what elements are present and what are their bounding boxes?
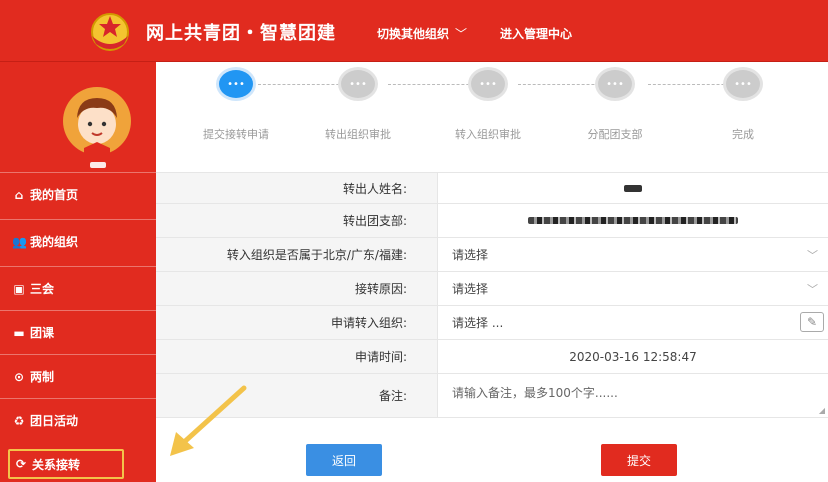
sidebar-item-transfer[interactable]: ⟳ 关系接转 bbox=[8, 449, 124, 479]
remark-textarea[interactable]: 请输入备注，最多100个字...... ◢ bbox=[438, 374, 828, 417]
avatar[interactable] bbox=[62, 86, 132, 156]
target-icon: ⊙ bbox=[13, 369, 25, 384]
blurred-branch bbox=[528, 217, 738, 224]
step-3-indicator: ••• bbox=[471, 70, 505, 98]
step-5-indicator: ••• bbox=[726, 70, 760, 98]
submit-button[interactable]: 提交 bbox=[601, 444, 677, 476]
sidebar-item-label: 两制 bbox=[30, 370, 55, 384]
back-button[interactable]: 返回 bbox=[306, 444, 382, 476]
chevron-down-icon: ﹀ bbox=[807, 248, 818, 262]
target-org-placeholder: 请选择 ... bbox=[452, 316, 504, 330]
chevron-down-icon: ﹀ bbox=[455, 27, 468, 41]
youth-league-logo-icon bbox=[91, 13, 129, 51]
main-content: ••• ••• ••• ••• ••• 提交接转申请 转出组织审批 转入组织审批… bbox=[156, 62, 828, 482]
sidebar-item-label: 我的首页 bbox=[30, 188, 79, 202]
meeting-icon: ▣ bbox=[13, 281, 25, 296]
sidebar-item-label: 我的组织 bbox=[30, 235, 79, 249]
region-label: 转入组织是否属于北京/广东/福建: bbox=[156, 238, 438, 271]
out-name-value bbox=[438, 173, 828, 203]
sidebar-item-label: 团课 bbox=[30, 326, 55, 340]
sidebar-item-label: 团日活动 bbox=[30, 414, 79, 428]
step-4-label: 分配团支部 bbox=[587, 128, 643, 141]
brand-title: 网上共青团・智慧团建 bbox=[146, 23, 336, 44]
out-branch-value bbox=[438, 204, 828, 237]
chevron-down-icon: ﹀ bbox=[807, 282, 818, 296]
out-branch-row: 转出团支部: bbox=[156, 204, 828, 238]
step-5-label: 完成 bbox=[732, 128, 754, 141]
progress-steps: ••• ••• ••• ••• ••• 提交接转申请 转出组织审批 转入组织审批… bbox=[156, 62, 828, 172]
blurred-name bbox=[624, 184, 642, 192]
edit-icon[interactable]: ✎ bbox=[800, 312, 824, 332]
home-icon: ⌂ bbox=[14, 187, 24, 202]
remark-row: 备注: 请输入备注，最多100个字...... ◢ bbox=[156, 374, 828, 418]
region-row: • 转入组织是否属于北京/广东/福建: 请选择﹀ bbox=[156, 238, 828, 272]
step-4-indicator: ••• bbox=[598, 70, 632, 98]
out-name-label: 转出人姓名: bbox=[156, 173, 438, 203]
sidebar-item-league-day[interactable]: ♻ 团日活动 bbox=[0, 398, 156, 442]
step-1-indicator: ••• bbox=[219, 70, 253, 98]
sidebar-item-my-org[interactable]: 👥 我的组织 bbox=[0, 219, 156, 263]
out-branch-label: 转出团支部: bbox=[156, 204, 438, 237]
remark-placeholder: 请输入备注，最多100个字...... bbox=[452, 386, 618, 400]
step-2-label: 转出组织审批 bbox=[325, 128, 391, 141]
switch-org-dropdown[interactable]: 切换其他组织 ﹀ bbox=[377, 25, 467, 42]
reason-select[interactable]: 请选择 ﹀ bbox=[438, 272, 828, 305]
sidebar-item-label: 关系接转 bbox=[32, 457, 81, 472]
apply-time-row: 申请时间: 2020-03-16 12:58:47 bbox=[156, 340, 828, 374]
sidebar-item-label: 三会 bbox=[30, 282, 55, 296]
group-icon: 👥 bbox=[12, 234, 27, 249]
sidebar-item-league-class[interactable]: ▬ 团课 bbox=[0, 310, 156, 354]
sidebar-item-home[interactable]: ⌂ 我的首页 bbox=[0, 172, 156, 216]
refresh-icon: ⟳ bbox=[15, 457, 27, 471]
step-connector bbox=[258, 84, 354, 85]
reason-placeholder: 请选择 bbox=[452, 282, 489, 296]
remark-label: 备注: bbox=[156, 374, 438, 417]
folder-icon: ▬ bbox=[13, 325, 25, 340]
sidebar: ⌂ 我的首页 👥 我的组织 ▣ 三会 ▬ 团课 ⊙ 两制 ♻ 团日活动 ⟳ 关系… bbox=[0, 62, 156, 482]
target-org-field[interactable]: 请选择 ... ✎ bbox=[438, 306, 828, 339]
step-1-label: 提交接转申请 bbox=[203, 128, 269, 141]
step-2-indicator: ••• bbox=[341, 70, 375, 98]
resize-handle-icon[interactable]: ◢ bbox=[819, 406, 825, 415]
sidebar-item-three-meetings[interactable]: ▣ 三会 bbox=[0, 266, 156, 310]
sidebar-item-two-systems[interactable]: ⊙ 两制 bbox=[0, 354, 156, 398]
user-profile bbox=[0, 62, 156, 172]
target-org-label: 申请转入组织: bbox=[156, 306, 438, 339]
step-3-label: 转入组织审批 bbox=[455, 128, 521, 141]
username-blurred bbox=[90, 162, 106, 168]
reason-label: 接转原因: bbox=[156, 272, 438, 305]
top-header: 网上共青团・智慧团建 切换其他组织 ﹀ 进入管理中心 bbox=[0, 0, 828, 62]
region-select[interactable]: 请选择 ﹀ bbox=[438, 238, 828, 271]
switch-org-label: 切换其他组织 bbox=[377, 27, 450, 41]
apply-time-label: 申请时间: bbox=[156, 340, 438, 373]
out-name-row: 转出人姓名: bbox=[156, 172, 828, 204]
region-placeholder: 请选择 bbox=[452, 248, 489, 262]
recycle-icon: ♻ bbox=[13, 413, 25, 428]
target-org-row: • 申请转入组织: 请选择 ...✎ bbox=[156, 306, 828, 340]
step-connector bbox=[388, 84, 484, 85]
admin-center-link[interactable]: 进入管理中心 bbox=[500, 25, 572, 42]
reason-row: • 接转原因: 请选择﹀ bbox=[156, 272, 828, 306]
apply-time-value: 2020-03-16 12:58:47 bbox=[569, 349, 697, 364]
